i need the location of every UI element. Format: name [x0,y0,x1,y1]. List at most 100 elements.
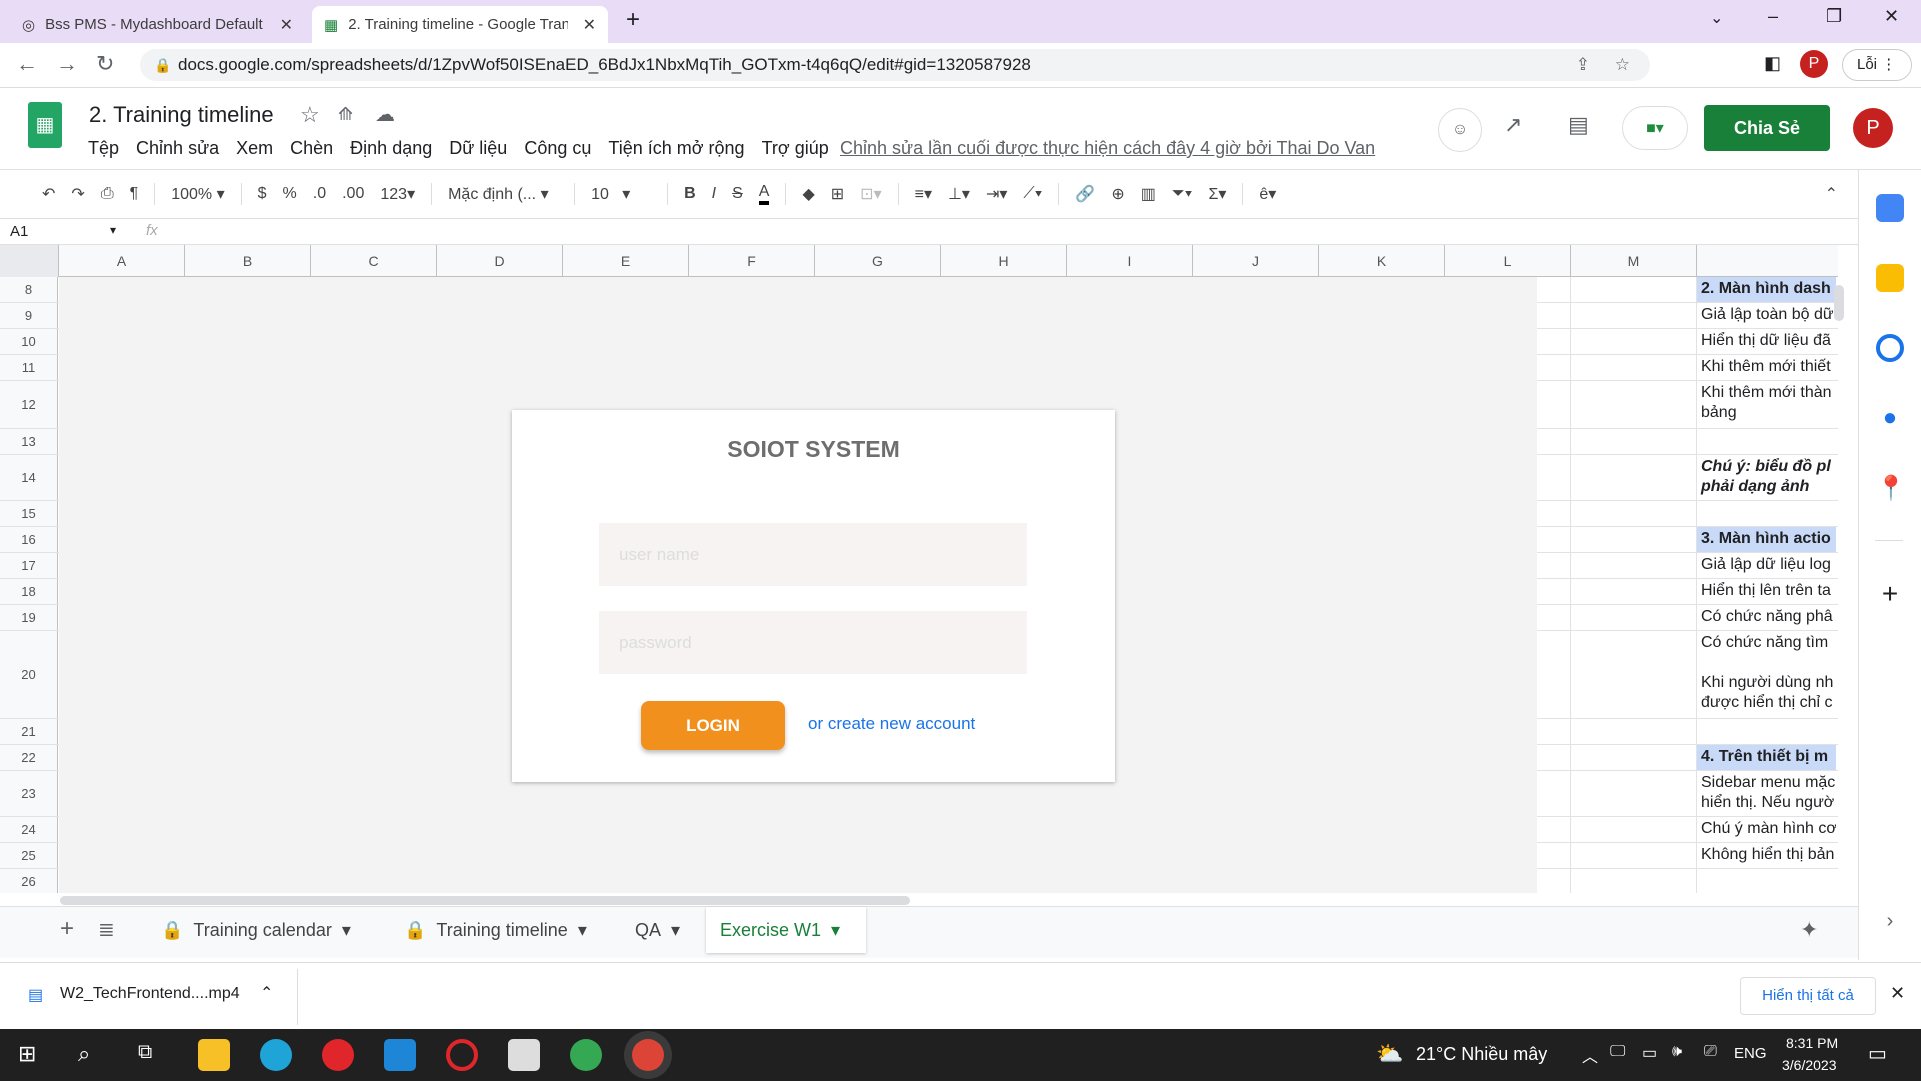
row-header[interactable]: 21 [0,719,58,744]
cell[interactable]: Có chức năng phâ [1696,605,1836,630]
volume-icon[interactable]: 🕪 [1672,1043,1682,1061]
fill-color-icon[interactable]: ◆ [802,184,814,204]
menu-format[interactable]: Định dạng [350,138,432,159]
error-button[interactable]: Lỗi ⋮ [1842,49,1912,81]
horizontal-scrollbar[interactable] [60,896,910,905]
percent-button[interactable]: % [283,185,297,203]
cell[interactable]: Giả lập toàn bộ dữ [1696,303,1836,328]
share-button[interactable]: Chia Sẻ [1704,105,1830,151]
embedded-image[interactable]: SOIOT SYSTEM LOGIN or create new account [59,277,1537,893]
doc-title[interactable]: 2. Training timeline [89,102,274,128]
cell[interactable]: Không hiển thị bản [1696,843,1836,868]
show-hidden-icons[interactable]: ︿ [1582,1043,1598,1067]
password-input[interactable] [599,611,1027,674]
cell[interactable]: Hiển thị dữ liệu đã [1696,329,1836,354]
paint-format-icon[interactable]: ¶ [130,185,139,203]
cell[interactable]: Sidebar menu mặc hiển thị. Nếu ngườ [1696,771,1836,816]
star-icon[interactable]: ☆ [300,102,320,128]
name-box[interactable]: A1 [10,223,28,240]
cell[interactable] [1696,869,1836,893]
menu-insert[interactable]: Chèn [290,138,333,159]
menu-help[interactable]: Trợ giúp [762,138,829,159]
row-header[interactable]: 16 [0,527,58,552]
language-indicator[interactable]: ENG [1734,1045,1767,1062]
weather-text[interactable]: 21°C Nhiều mây [1416,1044,1547,1065]
meeting-users-icon[interactable]: ☺ [1438,108,1482,152]
row-header[interactable]: 8 [0,277,58,302]
cell[interactable]: Hiển thị lên trên ta [1696,579,1836,604]
browser-tab[interactable]: ◎ Bss PMS - Mydashboard Default ✕ [10,6,305,43]
row-header[interactable]: 22 [0,745,58,770]
select-all-corner[interactable] [0,245,59,277]
all-sheets-icon[interactable]: ≣ [98,917,115,942]
notifications-icon[interactable]: ▭ [1868,1041,1887,1066]
column-header-h[interactable]: H [941,245,1067,277]
chrome-icon[interactable] [570,1039,602,1071]
new-tab-icon[interactable]: + [626,6,640,34]
collapse-menu-icon[interactable]: ⌃ [1825,184,1838,204]
explore-icon[interactable]: ✦ [1800,917,1818,943]
back-icon[interactable]: ← [16,51,38,77]
clock-date[interactable]: 3/6/2023 [1782,1057,1837,1073]
row-header[interactable]: 9 [0,303,58,328]
opera-icon[interactable] [446,1039,478,1071]
column-header-i[interactable]: I [1067,245,1193,277]
cell[interactable] [1696,501,1836,526]
horizontal-align-icon[interactable]: ≡▾ [915,184,932,204]
insert-link-icon[interactable]: 🔗 [1075,184,1095,204]
maps-icon[interactable]: 📍 [1876,474,1906,502]
print-icon[interactable]: ⎙ [101,185,114,203]
menu-edit[interactable]: Chỉnh sửa [136,138,219,159]
windows-start-icon[interactable]: ⊞ [18,1041,36,1067]
column-header-g[interactable]: G [815,245,941,277]
download-file-name[interactable]: W2_TechFrontend....mp4 [60,985,240,1003]
last-edit-link[interactable]: Chỉnh sửa lần cuối được thực hiện cách đ… [840,138,1375,159]
username-input[interactable] [599,523,1027,586]
column-header-j[interactable]: J [1193,245,1319,277]
camera-icon[interactable]: ⎚ [1704,1043,1717,1061]
file-explorer-icon[interactable] [198,1039,230,1071]
row-header[interactable]: 11 [0,355,58,380]
strikethrough-button[interactable]: S [732,185,743,203]
decrease-decimal-button[interactable]: .0 [313,185,326,203]
calendar-icon[interactable] [1876,194,1904,222]
cell[interactable] [1696,719,1836,744]
row-header[interactable]: 26 [0,869,58,893]
insert-chart-icon[interactable]: ▥ [1141,184,1156,204]
profile-avatar[interactable]: P [1800,50,1828,78]
row-header[interactable]: 15 [0,501,58,526]
row-header[interactable]: 24 [0,817,58,842]
row-header[interactable]: 17 [0,553,58,578]
row-header[interactable]: 23 [0,771,58,816]
row-header[interactable]: 20 [0,631,58,718]
text-wrap-icon[interactable]: ⇥▾ [986,184,1007,204]
chevron-up-icon[interactable]: ⌃ [260,983,273,1003]
sheet-tab-qa[interactable]: QA ▾ [621,907,694,953]
column-header-f[interactable]: F [689,245,815,277]
comments-icon[interactable]: ▤ [1568,112,1589,138]
column-header-a[interactable]: A [59,245,185,277]
tab-search-icon[interactable]: ⌄ [1710,8,1723,28]
menu-data[interactable]: Dữ liệu [449,138,507,159]
cell[interactable]: Khi thêm mới thàn bảng [1696,381,1836,428]
name-box-dropdown-icon[interactable]: ▾ [110,223,116,237]
merge-cells-icon[interactable]: ⊡▾ [860,184,881,204]
bold-button[interactable]: B [684,185,696,203]
filter-icon[interactable]: ⏷▾ [1172,185,1193,203]
sheet-tab-training-timeline[interactable]: 🔒 Training timeline ▾ [390,907,601,953]
task-view-icon[interactable]: ⧉ [138,1041,152,1064]
cell[interactable]: Có chức năng tìm Khi người dùng nh được … [1696,631,1836,718]
browser-tab-active[interactable]: ▦ 2. Training timeline - Google Tran ✕ [312,6,608,43]
search-icon[interactable]: ⌕ [78,1041,90,1067]
network-icon[interactable]: 🖵 [1610,1043,1625,1061]
column-header-e[interactable]: E [563,245,689,277]
menu-extensions[interactable]: Tiện ích mở rộng [608,138,744,159]
battery-icon[interactable]: ▭ [1642,1043,1657,1063]
side-panel-icon[interactable]: ◧ [1764,53,1781,74]
row-header[interactable]: 25 [0,843,58,868]
restore-icon[interactable]: ❐ [1826,6,1842,27]
cell[interactable]: Chú ý: biểu đồ pl phải dạng ảnh [1696,455,1836,500]
move-to-drive-icon[interactable]: ⟰ [338,104,353,125]
sheet-tab-exercise-w1[interactable]: Exercise W1 ▾ [706,907,866,953]
row-header[interactable]: 19 [0,605,58,630]
